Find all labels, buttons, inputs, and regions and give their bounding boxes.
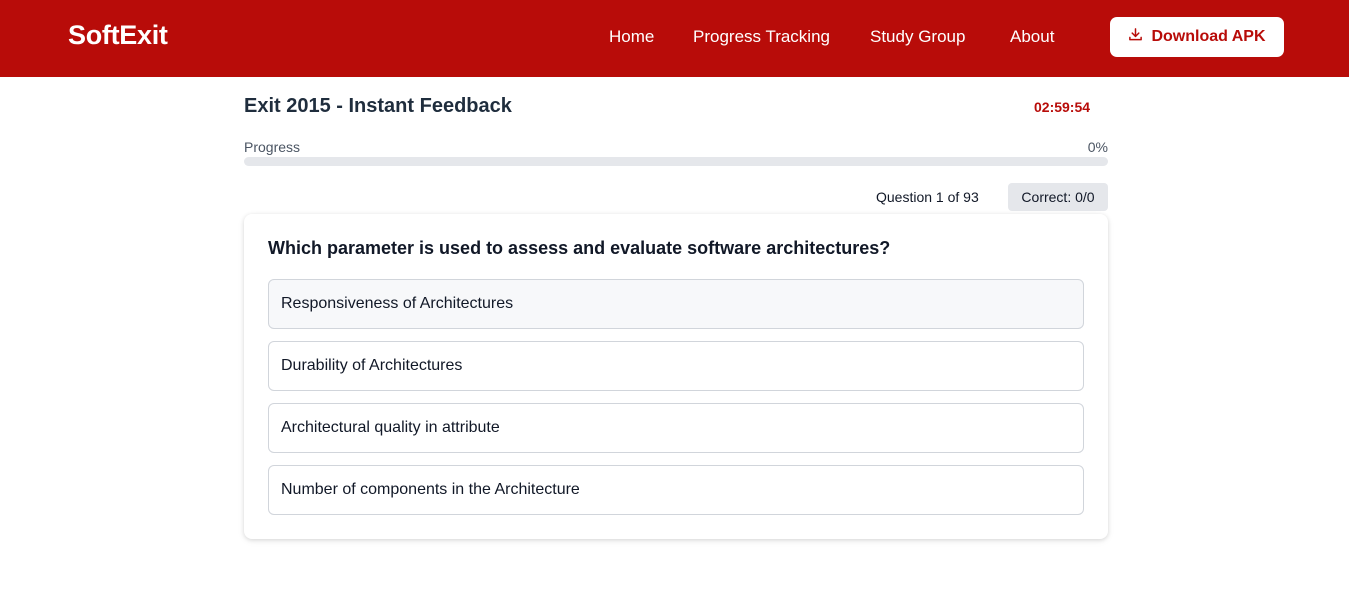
- navbar: SoftExit Home Progress Tracking Study Gr…: [0, 0, 1349, 77]
- answer-option[interactable]: Number of components in the Architecture: [268, 465, 1084, 515]
- download-apk-label: Download APK: [1151, 28, 1266, 45]
- nav-link-home[interactable]: Home: [609, 27, 654, 47]
- countdown-timer: 02:59:54: [1034, 99, 1091, 115]
- download-icon: [1128, 27, 1143, 47]
- answer-option[interactable]: Responsiveness of Architectures: [268, 279, 1084, 329]
- nav-link-about[interactable]: About: [1010, 27, 1054, 47]
- question-card: Which parameter is used to assess and ev…: [244, 214, 1108, 539]
- progress-bar: [244, 157, 1108, 166]
- nav-link-progress-tracking[interactable]: Progress Tracking: [693, 27, 830, 47]
- progress-percent: 0%: [1087, 139, 1108, 155]
- brand-logo[interactable]: SoftExit: [68, 20, 168, 51]
- download-apk-button[interactable]: Download APK: [1110, 17, 1284, 57]
- answer-option[interactable]: Durability of Architectures: [268, 341, 1084, 391]
- quiz-title: Exit 2015 - Instant Feedback: [244, 95, 512, 117]
- answer-option[interactable]: Architectural quality in attribute: [268, 403, 1084, 453]
- progress-label: Progress: [244, 139, 301, 155]
- question-text: Which parameter is used to assess and ev…: [268, 238, 891, 258]
- question-counter: Question 1 of 93: [876, 189, 979, 205]
- nav-link-study-group[interactable]: Study Group: [870, 27, 965, 47]
- correct-count-badge: Correct: 0/0: [1008, 183, 1108, 211]
